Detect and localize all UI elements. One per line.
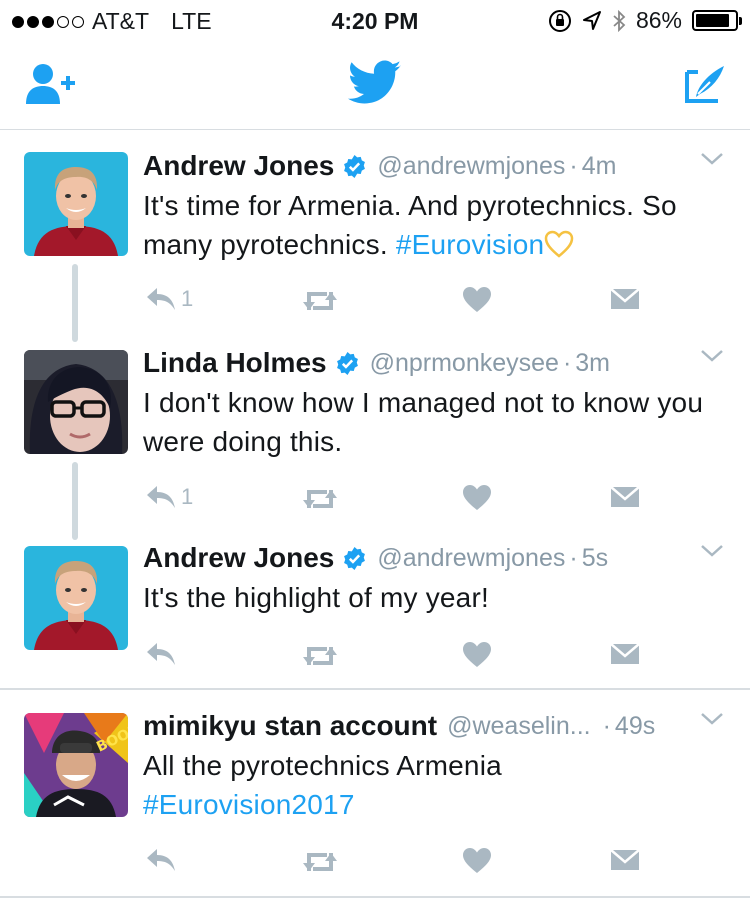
chevron-down-icon xyxy=(701,713,723,725)
direct-message-button[interactable] xyxy=(609,287,641,311)
compose-tweet-button[interactable] xyxy=(684,64,726,109)
verified-badge-icon xyxy=(335,351,360,376)
like-button[interactable] xyxy=(462,847,492,874)
chevron-down-icon xyxy=(701,545,723,557)
hashtag-link[interactable]: #Eurovision2017 xyxy=(143,789,355,820)
reply-icon xyxy=(147,643,175,665)
thread-connector xyxy=(72,462,78,540)
retweet-button[interactable] xyxy=(301,643,339,669)
reply-icon xyxy=(147,288,175,310)
direct-message-button[interactable] xyxy=(609,642,641,666)
chevron-down-icon xyxy=(701,153,723,165)
chevron-down-icon xyxy=(701,350,723,362)
reply-count: 1 xyxy=(181,286,194,311)
tweet-2[interactable]: Linda Holmes @nprmonkeysee · 3m I don't … xyxy=(143,345,726,461)
tweet-timestamp: 5s xyxy=(581,543,609,572)
envelope-icon xyxy=(610,486,640,507)
heart-icon xyxy=(463,848,491,873)
avatar[interactable]: BOOM xyxy=(24,713,128,817)
tweet-text: All the pyrotechnics Armenia #Eurovision2… xyxy=(143,750,502,820)
separator: · xyxy=(569,151,578,180)
reply-count: 1 xyxy=(181,484,194,509)
orientation-lock-icon xyxy=(548,9,571,32)
author-name[interactable]: Andrew Jones xyxy=(143,150,334,182)
heart-icon xyxy=(463,287,491,312)
retweet-icon xyxy=(303,292,337,310)
hashtag-link[interactable]: #Eurovision xyxy=(396,229,545,260)
separator: · xyxy=(569,543,578,572)
tweet-1[interactable]: Andrew Jones @andrewmjones · 4m It's tim… xyxy=(143,148,726,264)
direct-message-button[interactable] xyxy=(609,485,641,509)
status-bar: AT&T LTE 4:20 PM 86% xyxy=(0,0,750,40)
author-handle[interactable]: @nprmonkeysee xyxy=(370,349,559,378)
tweet-menu-button[interactable] xyxy=(700,712,724,731)
home-logo[interactable] xyxy=(347,60,402,111)
tweet-actions xyxy=(143,842,643,882)
reply-button[interactable]: 1 xyxy=(145,484,193,510)
bluetooth-icon xyxy=(613,9,626,32)
tweet-3[interactable]: Andrew Jones @andrewmjones · 5s It's the… xyxy=(143,540,726,617)
like-button[interactable] xyxy=(462,641,492,668)
direct-message-button[interactable] xyxy=(609,848,641,872)
tweet-actions: 1 xyxy=(143,281,643,321)
like-button[interactable] xyxy=(462,286,492,313)
heart-icon xyxy=(463,642,491,667)
heart-icon xyxy=(463,485,491,510)
tweet-timestamp: 4m xyxy=(581,151,617,180)
tweet-text: I don't know how I managed not to know y… xyxy=(143,387,704,457)
like-button[interactable] xyxy=(462,484,492,511)
author-handle[interactable]: @andrewmjones xyxy=(377,152,565,181)
author-name[interactable]: Andrew Jones xyxy=(143,542,334,574)
author-handle[interactable]: @weaselin... xyxy=(447,712,591,741)
retweet-button[interactable] xyxy=(301,486,339,512)
thread-connector xyxy=(72,264,78,342)
compose-icon xyxy=(685,66,724,103)
verified-badge-icon xyxy=(342,154,367,179)
retweet-button[interactable] xyxy=(301,288,339,314)
top-nav-bar xyxy=(0,40,750,130)
tweet-timestamp: 49s xyxy=(614,711,656,740)
battery-icon xyxy=(692,10,742,31)
reply-button[interactable] xyxy=(145,847,181,873)
separator: · xyxy=(602,711,611,740)
envelope-icon xyxy=(610,849,640,870)
avatar[interactable] xyxy=(24,152,128,256)
author-name[interactable]: Linda Holmes xyxy=(143,347,327,379)
tweet-menu-button[interactable] xyxy=(700,152,724,171)
tweet-menu-button[interactable] xyxy=(700,544,724,563)
reply-button[interactable]: 1 xyxy=(145,286,193,312)
verified-badge-icon xyxy=(342,546,367,571)
add-user-icon xyxy=(26,64,75,104)
envelope-icon xyxy=(610,288,640,309)
retweet-icon xyxy=(303,853,337,871)
location-arrow-icon xyxy=(582,10,601,30)
tweet-divider xyxy=(0,688,750,690)
retweet-button[interactable] xyxy=(301,849,339,875)
yellow-heart-icon xyxy=(545,230,574,258)
tweet-actions xyxy=(143,636,643,676)
reply-icon xyxy=(147,849,175,871)
author-handle[interactable]: @andrewmjones xyxy=(377,544,565,573)
add-user-button[interactable] xyxy=(26,62,78,111)
retweet-icon xyxy=(303,490,337,508)
avatar[interactable] xyxy=(24,546,128,650)
retweet-icon xyxy=(303,647,337,665)
avatar[interactable] xyxy=(24,350,128,454)
separator: · xyxy=(562,348,572,377)
reply-icon xyxy=(147,486,175,508)
tweet-menu-button[interactable] xyxy=(700,349,724,368)
author-name[interactable]: mimikyu stan account xyxy=(143,710,437,742)
tweet-timestamp: 3m xyxy=(575,348,611,377)
tweet-actions: 1 xyxy=(143,479,643,519)
reply-button[interactable] xyxy=(145,641,181,667)
tweet-text: It's the highlight of my year! xyxy=(143,582,489,613)
tweet-divider xyxy=(0,896,750,898)
tweet-text: It's time for Armenia. And pyrotechnics.… xyxy=(143,190,677,260)
twitter-bird-icon xyxy=(347,60,402,104)
tweet-4[interactable]: mimikyu stan account @weaselin... · 49s … xyxy=(143,708,726,824)
battery-percent: 86% xyxy=(635,7,682,33)
envelope-icon xyxy=(610,643,640,664)
